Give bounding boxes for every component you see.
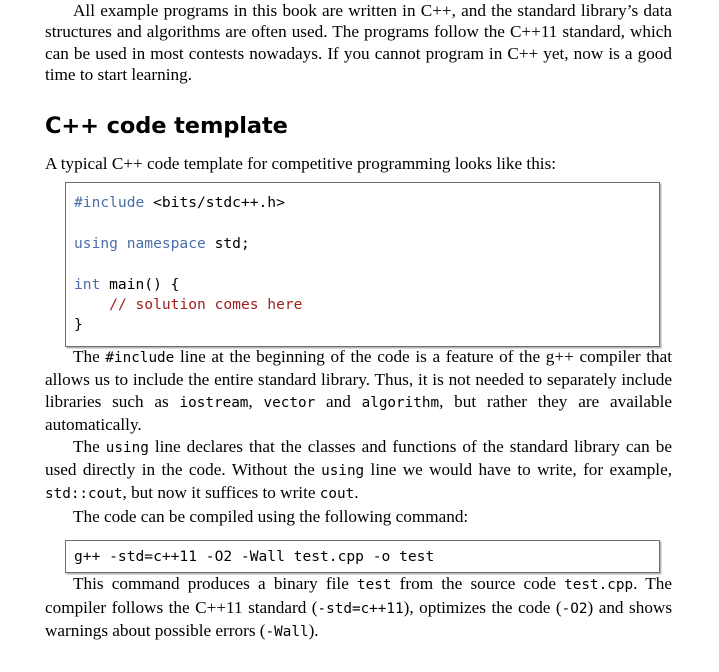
inline-code-algorithm: algorithm [361, 394, 440, 411]
result-text-6: ). [308, 621, 319, 641]
code-block-compile-command-content: g++ -std=c++11 -O2 -Wall test.cpp -o tes… [74, 547, 651, 566]
using-text-3: line we would have to write, for example… [364, 460, 673, 480]
include-text-4: and [315, 391, 362, 411]
code-block-compile-command: g++ -std=c++11 -O2 -Wall test.cpp -o tes… [65, 540, 660, 573]
inline-code-include: #include [105, 350, 175, 367]
section-spacer-bottom [45, 139, 672, 153]
section-spacer-top [45, 86, 672, 113]
result-paragraph: This command produces a binary file test… [45, 573, 672, 643]
code-comment-solution: // solution comes here [109, 296, 303, 314]
code-indent-whitespace [74, 296, 109, 313]
code-keyword-include: #include [74, 194, 145, 211]
inline-code-vector: vector [263, 394, 316, 411]
using-text-1: The [73, 436, 106, 456]
using-text-5: . [354, 483, 359, 503]
inline-code-o2-flag: -O2 [561, 600, 588, 617]
template-lead-paragraph: A typical C++ code template for competit… [45, 153, 557, 173]
result-text-4: ), optimizes the code ( [403, 597, 562, 617]
code-block-cpp-template-content: #include <bits/stdc++.h> using namespace… [74, 193, 651, 336]
include-text-3: , [248, 391, 264, 411]
code-keyword-using-namespace: using namespace [74, 234, 206, 252]
inline-code-iostream: iostream [179, 394, 249, 411]
page-content: All example programs in this book are wr… [45, 0, 672, 644]
compile-lead-paragraph: The code can be compiled using the follo… [73, 506, 469, 526]
code-closing-brace: } [74, 316, 83, 334]
result-text-1: This command produces a binary file [73, 574, 358, 594]
code-std-token: std; [205, 234, 250, 252]
code-main-signature: main() { [100, 275, 180, 293]
code-keyword-int: int [74, 275, 101, 293]
code-include-header: <bits/stdc++.h> [144, 194, 285, 211]
inline-code-std-cout: std::cout [45, 486, 123, 503]
compile-command-line: g++ -std=c++11 -O2 -Wall test.cpp -o tes… [74, 548, 435, 565]
inline-code-using-2: using [321, 463, 365, 480]
inline-code-wall-flag: -Wall [265, 624, 309, 641]
include-text-1: The [73, 347, 106, 367]
result-text-2: from the source code [391, 574, 565, 594]
section-heading-cpp-code-template: C++ code template [45, 112, 288, 139]
intro-paragraph: All example programs in this book are wr… [45, 1, 672, 85]
inline-code-cout: cout [319, 486, 355, 503]
inline-code-test: test [357, 577, 392, 594]
include-paragraph: The #include line at the beginning of th… [45, 346, 672, 436]
inline-code-std-flag: -std=c++11 [317, 600, 404, 617]
inline-code-using-1: using [105, 439, 149, 456]
using-paragraph: The using line declares that the classes… [45, 436, 672, 506]
using-text-4: , but now it suffices to write [122, 483, 320, 503]
code-block-cpp-template: #include <bits/stdc++.h> using namespace… [65, 182, 660, 347]
inline-code-test-cpp: test.cpp [564, 577, 634, 594]
